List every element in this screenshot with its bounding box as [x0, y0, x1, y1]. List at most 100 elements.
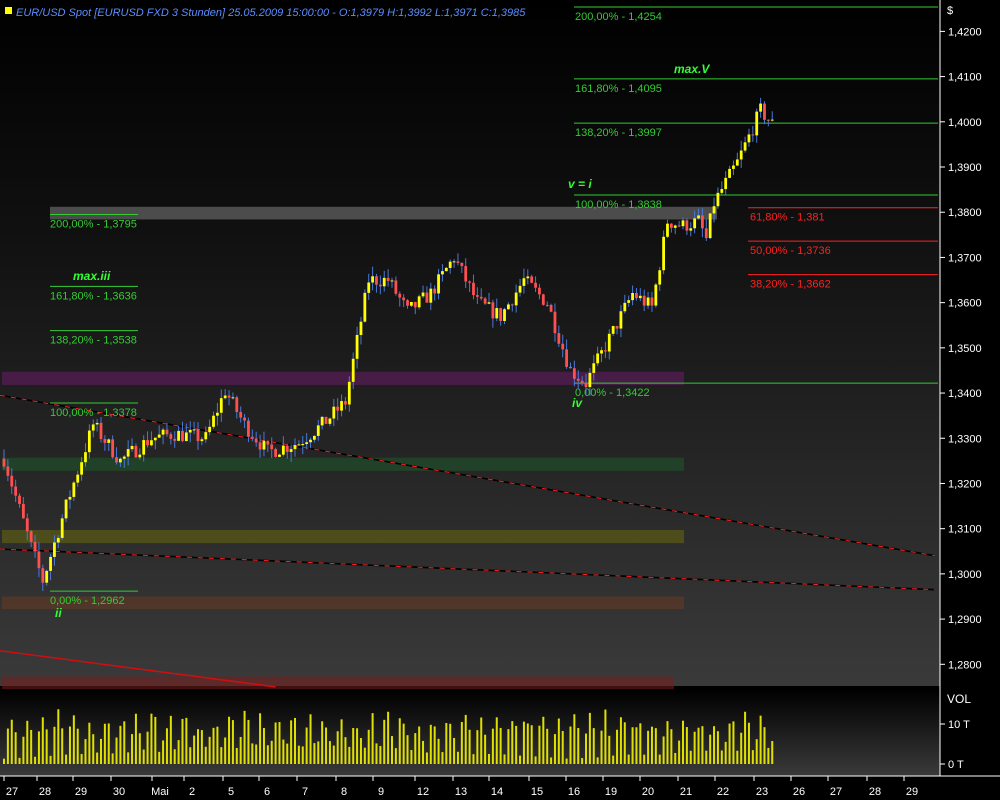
volume-bar: [123, 721, 126, 764]
volume-bar: [476, 730, 479, 764]
candle-body: [669, 223, 673, 228]
candle-body: [316, 425, 320, 436]
candle-body: [14, 486, 18, 496]
candle-body: [41, 568, 45, 583]
candle-body: [344, 401, 347, 405]
volume-bar: [460, 722, 463, 764]
volume-bar: [286, 743, 289, 764]
candle-body: [169, 434, 173, 439]
candle-body: [281, 445, 285, 455]
fib-label: 138,20% - 1,3997: [575, 127, 662, 139]
candle-body: [231, 397, 235, 399]
volume-label-0t: 0 T: [948, 759, 964, 771]
candle-body: [561, 343, 565, 350]
volume-bar: [185, 717, 188, 764]
volume-bar: [6, 728, 9, 764]
volume-bar: [639, 723, 642, 764]
candle-body: [2, 458, 6, 467]
volume-bar: [344, 737, 347, 764]
candle-body: [33, 541, 37, 552]
volume-bar: [682, 720, 684, 764]
volume-bar: [728, 723, 731, 764]
candle-body: [650, 297, 654, 306]
volume-bar: [154, 716, 157, 764]
candle-body: [735, 159, 739, 166]
volume-bar: [491, 728, 494, 764]
candle-body: [499, 308, 503, 321]
volume-bar: [456, 751, 459, 764]
price-chart[interactable]: 200,00% - 1,4254 161,80% - 1,4095 138,20% …: [0, 0, 1000, 800]
wave-label-ii: ii: [55, 606, 62, 620]
volume-bar: [208, 736, 211, 764]
volume-bar: [115, 737, 118, 764]
volume-bar: [472, 754, 475, 764]
volume-bar: [511, 721, 514, 764]
volume-bar: [627, 754, 630, 764]
volume-bar: [480, 717, 483, 764]
volume-bar: [352, 727, 355, 764]
candle-body: [270, 444, 274, 450]
candle-body: [530, 276, 534, 283]
candle-body: [565, 349, 568, 367]
volume-bar: [146, 731, 149, 764]
volume-bar: [724, 741, 727, 764]
candle-body: [84, 452, 87, 463]
candle-body: [483, 298, 487, 304]
candle-body: [95, 422, 99, 425]
candle-body: [580, 380, 584, 383]
candle-body: [770, 119, 774, 121]
volume-bar: [34, 756, 37, 764]
date-tick-label: 13: [455, 786, 467, 798]
candle-body: [429, 288, 433, 303]
candle-body: [289, 449, 293, 452]
candle-body: [274, 449, 277, 457]
candle-body: [208, 426, 212, 433]
candle-body: [219, 398, 223, 413]
candle-body: [351, 358, 355, 382]
candle-body: [406, 300, 409, 306]
date-tick-label: 16: [568, 786, 580, 798]
candle-body: [495, 308, 499, 319]
volume-bar: [340, 719, 343, 764]
fib-label: 161,80% - 1,3636: [50, 290, 137, 302]
candle-body: [355, 334, 359, 359]
candle-body: [173, 438, 177, 441]
candle-body: [402, 297, 406, 301]
candle-body: [64, 499, 68, 519]
candle-body: [367, 282, 371, 293]
date-tick-label: 20: [642, 786, 654, 798]
volume-bar: [18, 757, 21, 764]
volume-bar: [666, 721, 669, 764]
volume-bar: [111, 753, 114, 764]
volume-bar: [569, 726, 572, 764]
volume-bar: [224, 737, 227, 764]
candle-body: [569, 366, 572, 369]
price-tick-label: 1,4000: [948, 117, 982, 129]
candle-body: [254, 438, 258, 443]
candle-body: [646, 297, 650, 306]
candle-body: [80, 462, 83, 475]
date-tick-label: 27: [830, 786, 842, 798]
volume-bar: [204, 746, 207, 764]
candle-body: [60, 518, 64, 538]
candle-body: [212, 415, 215, 427]
volume-bar: [313, 743, 316, 764]
candle-body: [425, 292, 429, 303]
candle-body: [460, 262, 464, 267]
volume-bar: [654, 728, 657, 764]
candle-body: [619, 311, 623, 329]
candle-body: [390, 280, 394, 282]
volume-bar: [744, 711, 747, 764]
candle-body: [328, 418, 332, 424]
volume-bar: [100, 738, 102, 764]
volume-bar: [375, 743, 378, 764]
volume-bar: [685, 727, 688, 764]
volume-bar: [499, 727, 502, 764]
candle-body: [181, 430, 184, 442]
candle-body: [607, 333, 611, 352]
volume-bar: [410, 750, 413, 764]
volume-bar: [41, 717, 44, 764]
volume-bar: [658, 754, 661, 764]
volume-bar: [526, 723, 529, 764]
volume-bar: [720, 750, 723, 764]
